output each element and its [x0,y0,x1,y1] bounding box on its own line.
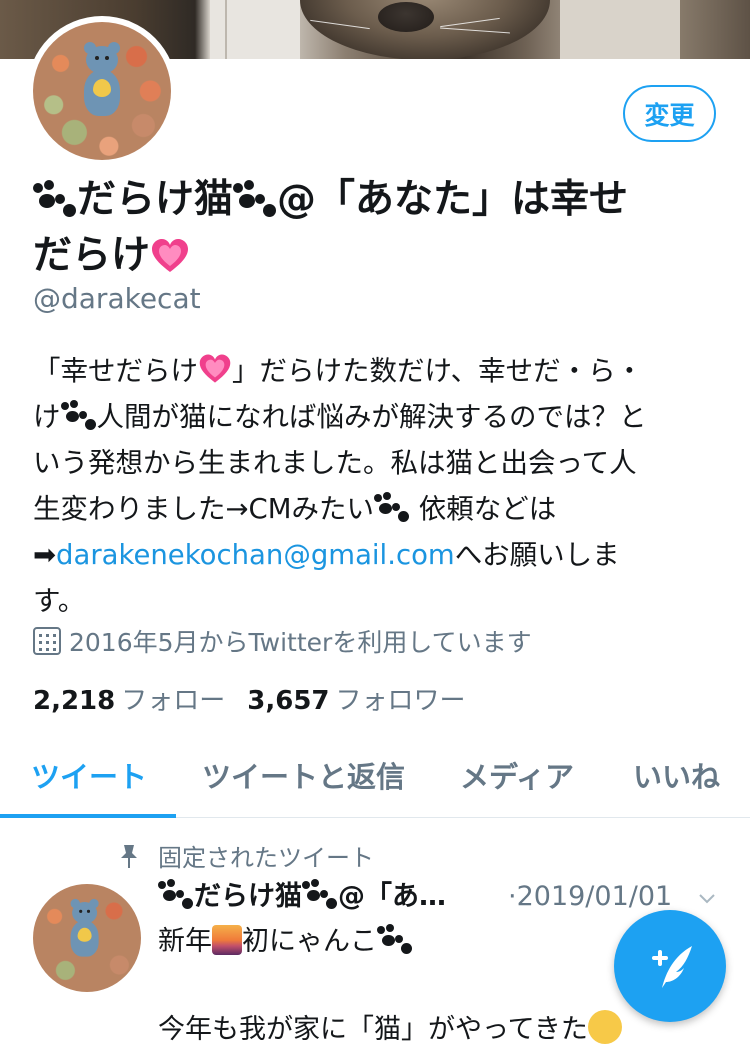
name-text-2: @「あなた」は幸せ [277,177,629,222]
pin-icon [118,843,140,869]
active-tab-indicator [0,814,176,818]
sunrise-icon [212,925,242,955]
tab-tweets-and-replies[interactable]: ツイートと返信 [202,754,405,796]
tweet-author-name[interactable]: だらけ猫 [194,881,302,912]
pinned-label: 固定されたツイート [158,844,374,872]
right-arrow-icon: ➡ [33,539,57,571]
followers-link[interactable]: 3,657 フォロワー [247,686,465,716]
chevron-down-icon[interactable] [697,889,717,909]
sparkling-heart-icon [198,352,232,386]
display-name: だらけ猫 @「あなた」は幸せ だらけ [33,172,723,284]
compose-tweet-icon [652,946,692,988]
calendar-icon [33,627,61,655]
email-link[interactable]: darakenekochan@gmail.com [56,539,455,571]
paw-icon [60,400,97,430]
compose-tweet-button[interactable] [614,910,726,1022]
tab-likes[interactable]: いいね [633,754,720,796]
paw-icon [158,879,194,909]
bear-figure [69,898,100,964]
paw-icon [302,879,338,909]
tweet-author-name-rest[interactable]: @「あ… [338,881,446,912]
profile-bio: 「幸せだらけ 」だらけた数だけ、幸せだ・ら・ け 人間が猫になれば悩みが解決する… [33,348,723,624]
name-text-3: だらけ [33,233,151,278]
follow-stats: 2,218 フォロー 3,657 フォロワー [33,680,466,717]
following-link[interactable]: 2,218 フォロー [33,686,225,716]
joined-date: 2016年5月からTwitterを利用しています [33,623,532,659]
profile-tabs: ツイート ツイートと返信 メディア いいね [0,740,750,818]
profile-screen: 変更 だらけ猫 @「あなた」は幸せ だらけ @darakecat 「幸せだらけ [0,0,750,1044]
tweet-author-avatar[interactable] [33,884,141,992]
edit-profile-button[interactable]: 変更 [623,85,716,142]
joined-text: 2016年5月からTwitterを利用しています [69,628,532,657]
paw-icon [377,924,413,954]
bear-figure [82,42,122,126]
paw-icon [233,180,277,218]
profile-avatar[interactable] [27,16,177,166]
sparkling-heart-icon [150,236,190,276]
tab-media[interactable]: メディア [460,754,574,796]
paw-icon [33,180,77,218]
paw-icon [373,492,410,522]
profile-handle: @darakecat [33,282,201,315]
tab-tweets[interactable]: ツイート [31,754,147,796]
pinned-label-row: 固定されたツイート [118,838,374,873]
name-text-1: だらけ猫 [77,177,234,222]
